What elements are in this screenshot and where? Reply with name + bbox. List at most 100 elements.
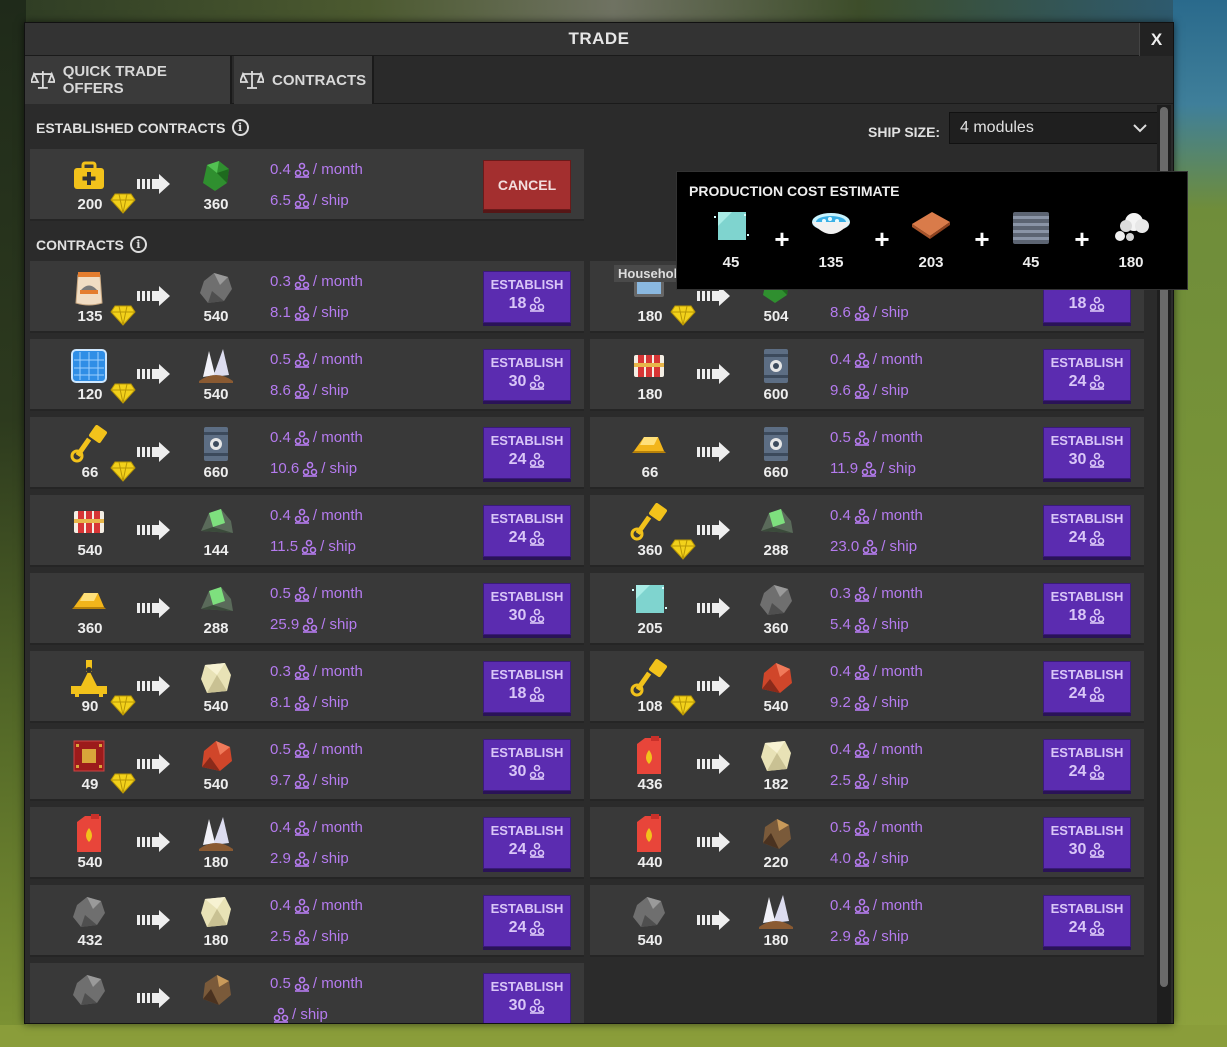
cancel-button[interactable]: CANCEL xyxy=(483,160,571,210)
cost-value: 30 xyxy=(508,763,527,780)
ship-value: 9.2 xyxy=(830,694,851,711)
research-lab-icon xyxy=(1090,764,1105,780)
month-value: 0.3 xyxy=(270,663,291,680)
month-value: 0.5 xyxy=(830,429,851,446)
establish-button[interactable]: ESTABLISH 24 xyxy=(1043,895,1131,947)
fuel-can-icon xyxy=(66,811,112,857)
output-quantity: 540 xyxy=(203,386,229,403)
establish-button[interactable]: ESTABLISH 24 xyxy=(483,895,571,947)
gem-icon xyxy=(110,461,136,482)
month-unit: / month xyxy=(872,663,923,680)
wood-plank-icon xyxy=(908,210,954,250)
output-quantity: 600 xyxy=(763,386,789,403)
output-quantity: 180 xyxy=(203,854,229,871)
info-icon[interactable]: i xyxy=(231,119,249,136)
cost-value: 24 xyxy=(1068,373,1087,390)
output-quantity: 182 xyxy=(763,776,789,793)
contract-card: 540 180 0.4 / month 2.9 / ship ESTABLISH 24 xyxy=(30,807,584,879)
month-value: 0.5 xyxy=(270,351,291,368)
research-lab-icon xyxy=(1090,296,1105,312)
rate-per-month: 0.5 / month xyxy=(830,819,923,836)
rate-per-ship: 11.9 / ship xyxy=(830,460,916,477)
ship-value: 6.5 xyxy=(270,192,291,209)
arrow-right-icon xyxy=(137,676,170,696)
close-button[interactable]: X xyxy=(1139,23,1173,56)
month-value: 0.4 xyxy=(830,507,851,524)
establish-button[interactable]: ESTABLISH 24 xyxy=(483,817,571,869)
ship-value: 4.0 xyxy=(830,850,851,867)
ship-unit: / ship xyxy=(312,382,349,399)
brown-ore-icon xyxy=(753,811,799,857)
contract-card: 540 144 0.4 / month 11.5 / ship ESTABLISH 24 xyxy=(30,495,584,567)
dynamite-icon xyxy=(626,343,672,389)
output-quantity: 504 xyxy=(763,308,789,325)
barrel-icon xyxy=(193,421,239,467)
ship-value: 2.5 xyxy=(270,928,291,945)
month-unit: / month xyxy=(872,351,923,368)
ship-size-select[interactable]: 4 modules xyxy=(949,112,1159,144)
ship-unit: / ship xyxy=(872,694,909,711)
establish-button[interactable]: ESTABLISH 24 xyxy=(1043,739,1131,791)
tab-quick-trade-offers[interactable]: QUICK TRADE OFFERS xyxy=(25,56,232,104)
research-lab-icon xyxy=(301,539,317,555)
ship-unit: / ship xyxy=(312,850,349,867)
establish-button[interactable]: ESTABLISH 30 xyxy=(483,739,571,791)
establish-label: ESTABLISH xyxy=(1050,511,1124,526)
establish-cost: 24 xyxy=(1044,763,1130,781)
establish-button[interactable]: ESTABLISH 18 xyxy=(483,661,571,713)
research-lab-icon xyxy=(294,430,310,446)
quartz-icon xyxy=(753,889,799,935)
establish-cost: 18 xyxy=(1044,607,1130,625)
establish-cost: 24 xyxy=(1044,373,1130,391)
rate-per-month: 0.4 / month xyxy=(830,351,923,368)
month-value: 0.3 xyxy=(270,273,291,290)
contract-card: 90 540 0.3/ month 8.1/ ship ESTABLISH 18 xyxy=(30,651,584,723)
arrow-right-icon xyxy=(697,832,730,852)
establish-button[interactable]: ESTABLISH 30 xyxy=(1043,427,1131,479)
tab-contracts[interactable]: CONTRACTS xyxy=(234,56,374,104)
food-sack-icon xyxy=(66,265,112,311)
rate-per-month: 0.4 / month xyxy=(830,741,923,758)
establish-label: ESTABLISH xyxy=(490,745,564,760)
rate-per-month: 0.4 / month xyxy=(270,897,363,914)
ship-unit: / ship xyxy=(312,928,349,945)
research-lab-icon xyxy=(294,929,310,945)
rate-per-month: 0.4 / month xyxy=(830,663,923,680)
cost-value: 30 xyxy=(508,607,527,624)
research-lab-icon xyxy=(1090,452,1105,468)
establish-button[interactable]: ESTABLISH 24 xyxy=(1043,505,1131,557)
rate-per-ship: 8.1 / ship xyxy=(270,304,349,321)
gem-icon xyxy=(670,305,696,326)
cost-item: 203 xyxy=(901,210,961,271)
establish-label: ESTABLISH xyxy=(1050,823,1124,838)
establish-button[interactable]: ESTABLISH 30 xyxy=(483,349,571,401)
input-quantity: 440 xyxy=(637,854,663,871)
contract-card: 49 540 0.5/ month 9.7/ ship ESTABLISH 30 xyxy=(30,729,584,801)
output-quantity: 360 xyxy=(763,620,789,637)
establish-button[interactable]: ESTABLISH 30 xyxy=(1043,817,1131,869)
steel-icon xyxy=(1008,210,1054,250)
gem-icon xyxy=(110,695,136,716)
tab-bar: QUICK TRADE OFFERS CONTRACTS xyxy=(25,56,1173,104)
establish-button[interactable]: ESTABLISH 24 xyxy=(1043,349,1131,401)
gem-icon xyxy=(110,383,136,404)
contract-card: 180 600 0.4 / month 9.6 / ship ESTABLISH 24 xyxy=(590,339,1144,411)
establish-button[interactable]: ESTABLISH 24 xyxy=(483,505,571,557)
scale-icon xyxy=(240,71,264,89)
rate-per-ship: 25.9 / ship xyxy=(270,616,357,633)
establish-button[interactable]: ESTABLISH 18 xyxy=(483,271,571,323)
gem-icon xyxy=(110,305,136,326)
establish-button[interactable]: ESTABLISH 18 xyxy=(1043,583,1131,635)
establish-button[interactable]: ESTABLISH 24 xyxy=(1043,661,1131,713)
establish-cost: 24 xyxy=(484,451,570,469)
cost-value: 18 xyxy=(508,295,527,312)
establish-cost: 24 xyxy=(1044,529,1130,547)
arrow-right-icon xyxy=(137,754,170,774)
establish-label: ESTABLISH xyxy=(1050,355,1124,370)
establish-button[interactable]: ESTABLISH 24 xyxy=(483,427,571,479)
establish-button[interactable]: ESTABLISH 30 xyxy=(483,583,571,635)
info-icon[interactable]: i xyxy=(129,236,147,253)
research-lab-icon xyxy=(530,686,545,702)
cost-item: 180 xyxy=(1101,210,1161,271)
establish-button[interactable]: ESTABLISH 30 xyxy=(483,973,571,1023)
